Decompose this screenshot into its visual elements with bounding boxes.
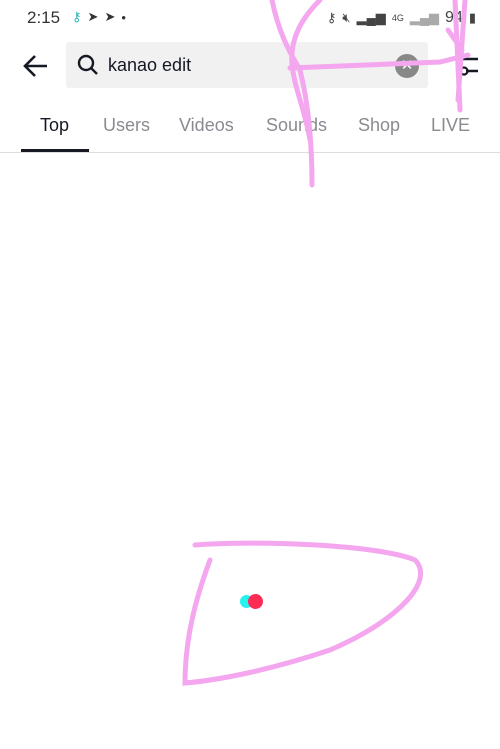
tab-live[interactable]: LIVE <box>431 115 470 136</box>
telegram-icon: ➤ <box>104 9 116 24</box>
battery-icon: ▮ <box>468 10 476 25</box>
signal-icon: ▂▄▆ <box>356 10 386 25</box>
clear-icon[interactable]: ✕ <box>395 54 419 78</box>
tab-top[interactable]: Top <box>40 115 69 136</box>
tab-shop[interactable]: Shop <box>358 115 400 136</box>
search-input[interactable]: kanao edit <box>108 55 191 76</box>
key-icon: ⚷ <box>72 9 82 24</box>
battery-level: 94 <box>445 9 463 26</box>
tab-sounds[interactable]: Sounds <box>266 115 327 136</box>
network-type: 4G <box>391 13 404 23</box>
back-arrow-icon[interactable] <box>22 52 50 80</box>
filter-icon[interactable] <box>458 54 480 78</box>
active-tab-indicator <box>21 149 89 152</box>
status-time: 2:15 <box>27 8 61 27</box>
search-bar[interactable]: kanao edit ✕ <box>66 42 428 88</box>
tab-users[interactable]: Users <box>103 115 150 136</box>
mute-icon: 🔇︎ <box>342 10 351 25</box>
tab-videos[interactable]: Videos <box>179 115 234 136</box>
dot-icon: • <box>121 9 126 25</box>
signal-icon: ▂▄▆ <box>409 10 440 25</box>
key-icon: ⚷ <box>326 10 337 25</box>
telegram-icon: ➤ <box>87 9 99 24</box>
tab-bar: Top Users Videos Sounds Shop LIVE <box>0 112 500 153</box>
search-icon <box>77 54 98 75</box>
status-bar: 2:15 ⚷ ➤ ➤ • ⚷ 🔇︎ ▂▄▆ 4G ▂▄▆ 94 ▮ <box>0 0 500 36</box>
